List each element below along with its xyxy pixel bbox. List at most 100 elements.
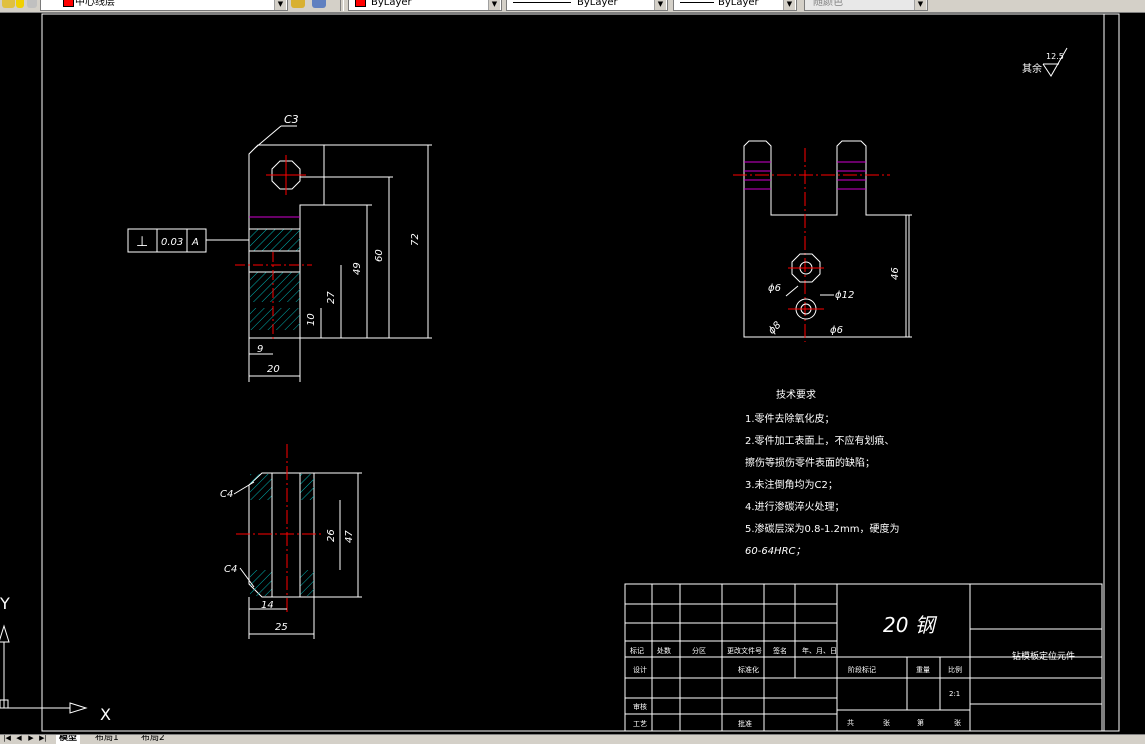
chevron-down-icon[interactable]: ▼ [488,0,500,10]
tech-req-line-3: 擦伤等损伤零件表面的缺陷； [745,456,875,469]
section-hatch-bl [250,570,272,596]
section-hatch-br [300,570,314,596]
tech-req-line-4: 3.未注倒角均为C2； [745,478,838,491]
prev-tab-icon[interactable]: ◀ [14,735,24,743]
layer-name: 中心线层 [75,0,115,8]
ucs-x-label: X [100,705,111,724]
layer-color-swatch [63,0,74,7]
drawing-canvas[interactable]: 其余 12.5 C3 ⊥ 0.03 A 72 60 49 27 10 9 20 … [0,12,1145,734]
header-date: 年、月、日 [802,646,837,655]
sheet-no: 第 [917,718,924,727]
header-doc: 更改文件号 [727,646,762,655]
tech-req-line-2: 2.零件加工表面上，不应有划痕、 [745,434,895,447]
layer-dropdown[interactable]: 中心线层 ▼ [40,0,288,11]
dim-46: 46 [890,267,901,280]
linetype-control-value: ByLayer [577,0,618,8]
dim-phi12: ϕ12 [835,290,854,301]
dim-60: 60 [374,249,385,262]
row-approve: 批准 [738,719,752,728]
tech-req-line-6: 5.渗碳层深为0.8-1.2mm，硬度为 [745,522,899,535]
sheet-border [41,13,1120,732]
dim-26: 26 [326,529,337,542]
sun-icon[interactable] [16,0,24,8]
tech-req-heading: 技术要求 [776,388,816,401]
last-tab-icon[interactable]: ▶| [38,735,48,743]
part-name: 钻模板定位元件 [1012,650,1075,662]
front-view: C3 ⊥ 0.03 A 72 60 49 27 10 9 20 [127,113,432,382]
sheets-total: 共 [847,718,854,727]
chamfer-c4-top: C4 [220,489,233,500]
dim-phi6-right: ϕ6 [830,325,843,336]
perpendicularity-symbol: ⊥ [136,234,148,250]
color-control-value: ByLayer [371,0,412,8]
chamfer-c3: C3 [284,113,299,126]
linetype-control-dropdown[interactable]: ByLayer ▼ [506,0,668,11]
tolerance-value: 0.03 [161,237,183,248]
first-tab-icon[interactable]: |◀ [2,735,12,743]
lineweight-sample [680,2,714,3]
dim-47: 47 [344,530,355,543]
make-layer-current-icon[interactable] [291,0,305,8]
side-outline [743,140,910,338]
dim-14: 14 [261,600,274,611]
plotstyle-control-value: 随颜色 [813,0,843,8]
weight-label: 重量 [916,666,930,674]
tech-req-line-5: 4.进行渗碳淬火处理； [745,500,845,513]
dim-72: 72 [410,233,421,246]
plotstyle-control-dropdown[interactable]: 随颜色 ▼ [804,0,928,11]
dim-phi8: ϕ8 [767,320,784,337]
separator [340,0,344,11]
scale-value: 2:1 [949,690,960,698]
dim-49: 49 [352,262,363,275]
dim-27: 27 [326,291,337,304]
hatch-upper [250,229,300,251]
row-process: 工艺 [633,720,647,728]
tech-req-line-1: 1.零件去除氧化皮； [745,412,835,425]
row-standard: 标准化 [738,665,759,674]
datum-label: A [191,237,199,248]
dim-20: 20 [267,364,280,375]
tech-req-line-7: 60-64HRC； [745,546,806,557]
lock-icon[interactable] [27,0,37,8]
next-tab-icon[interactable]: ▶ [26,735,36,743]
chevron-down-icon[interactable]: ▼ [914,0,926,10]
hatch-lower [250,308,300,330]
ucs-icon: X Y [0,594,111,724]
ucs-y-arrow [0,624,10,643]
section-hatch-tl [250,474,272,500]
dim-phi6-left: ϕ6 [768,283,781,294]
stage-mark: 阶段标记 [848,665,876,674]
header-sign: 签名 [773,646,787,655]
chevron-down-icon[interactable]: ▼ [274,0,286,10]
dim-9: 9 [257,344,263,355]
chamfer-c4-bottom: C4 [224,564,237,575]
row-design: 设计 [633,665,647,674]
hatch-middle [250,272,300,302]
sheet-no-unit: 张 [954,718,961,727]
linetype-sample [513,2,571,3]
section-hatch-tr [300,474,314,500]
layer-previous-icon[interactable] [312,0,326,8]
title-block-text: 20 钢 钻模板定位元件 标记 处数 分区 更改文件号 签名 年、月、日 设计 … [630,613,1075,728]
chevron-down-icon[interactable]: ▼ [783,0,795,10]
color-control-dropdown[interactable]: ByLayer ▼ [348,0,502,11]
dim-25: 25 [275,622,288,633]
roughness-value: 12.5 [1046,52,1064,61]
ucs-y-label: Y [0,594,10,613]
side-view: 46 ϕ6 ϕ12 ϕ8 ϕ6 [733,140,912,342]
material: 20 钢 [883,613,938,637]
header-zone: 分区 [692,646,706,655]
lineweight-control-value: ByLayer [718,0,759,8]
roughness-label: 其余 [1022,62,1042,75]
technical-requirements: 技术要求 1.零件去除氧化皮； 2.零件加工表面上，不应有划痕、 擦伤等损伤零件… [745,388,899,557]
drawing-svg[interactable]: 其余 12.5 C3 ⊥ 0.03 A 72 60 49 27 10 9 20 … [0,12,1145,734]
lineweight-control-dropdown[interactable]: ByLayer ▼ [673,0,797,11]
dim-10: 10 [306,313,317,326]
chevron-down-icon[interactable]: ▼ [654,0,666,10]
layer-state-icon[interactable] [2,0,15,8]
row-review: 审核 [633,702,647,711]
ucs-x-arrow [69,702,88,714]
section-view: C4 C4 26 47 14 25 [220,444,362,639]
leader-phi6 [785,285,799,297]
scale-label: 比例 [948,665,962,674]
